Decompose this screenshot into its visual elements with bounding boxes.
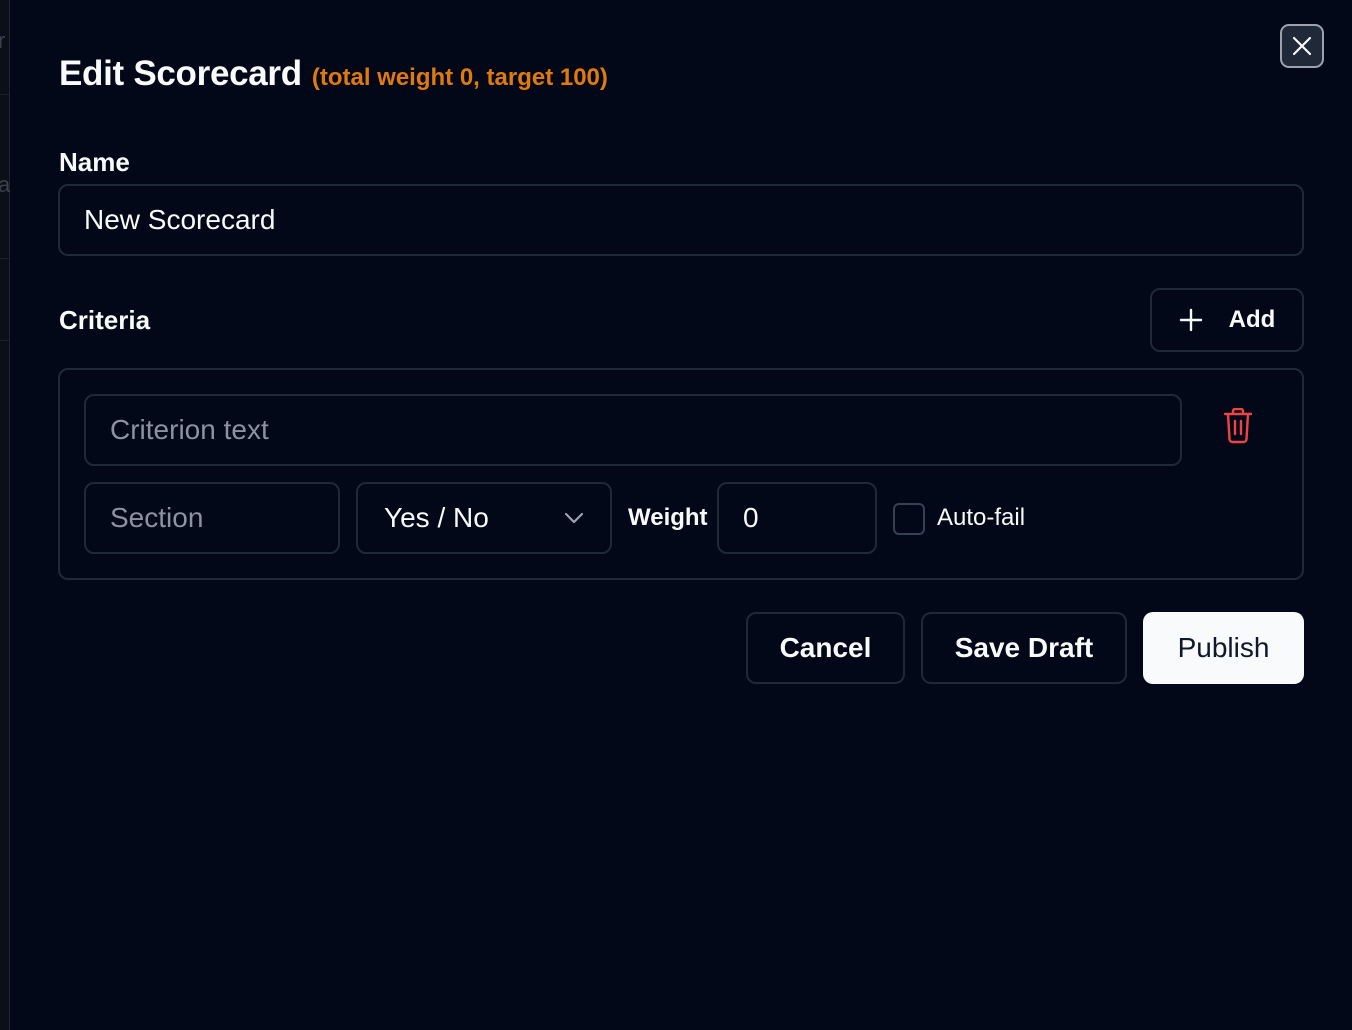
background-divider [0,340,9,341]
chevron-down-icon [564,512,584,524]
dialog-title: Edit Scorecard [59,54,302,93]
criteria-label: Criteria [59,305,151,335]
background-text-fragment: a [0,172,11,197]
cancel-button[interactable]: Cancel [746,612,905,684]
trash-icon[interactable] [1223,408,1253,444]
plus-icon [1179,308,1202,332]
close-icon [1292,36,1312,56]
weight-input[interactable] [717,482,877,554]
publish-button[interactable]: Publish [1143,612,1304,684]
name-label: Name [59,147,130,177]
auto-fail-label: Auto-fail [937,504,1026,531]
dialog-header: Edit Scorecard (total weight 0, target 1… [59,54,608,94]
weight-label: Weight [628,504,708,531]
save-draft-button[interactable]: Save Draft [921,612,1127,684]
close-button[interactable] [1280,24,1324,68]
background-divider [0,94,9,95]
background-text-fragment: r [0,28,6,53]
criterion-type-select[interactable]: Yes / No [356,482,612,554]
add-criterion-button[interactable]: Add [1150,288,1304,352]
add-button-label: Add [1228,306,1276,333]
auto-fail-checkbox[interactable] [893,503,925,535]
weight-summary: (total weight 0, target 100) [311,64,608,91]
criterion-type-value: Yes / No [384,502,489,533]
name-input[interactable] [58,184,1304,256]
section-input[interactable] [84,482,340,554]
background-app-edge: r a [0,0,10,1030]
criterion-text-input[interactable] [84,394,1182,466]
background-divider [0,258,9,259]
